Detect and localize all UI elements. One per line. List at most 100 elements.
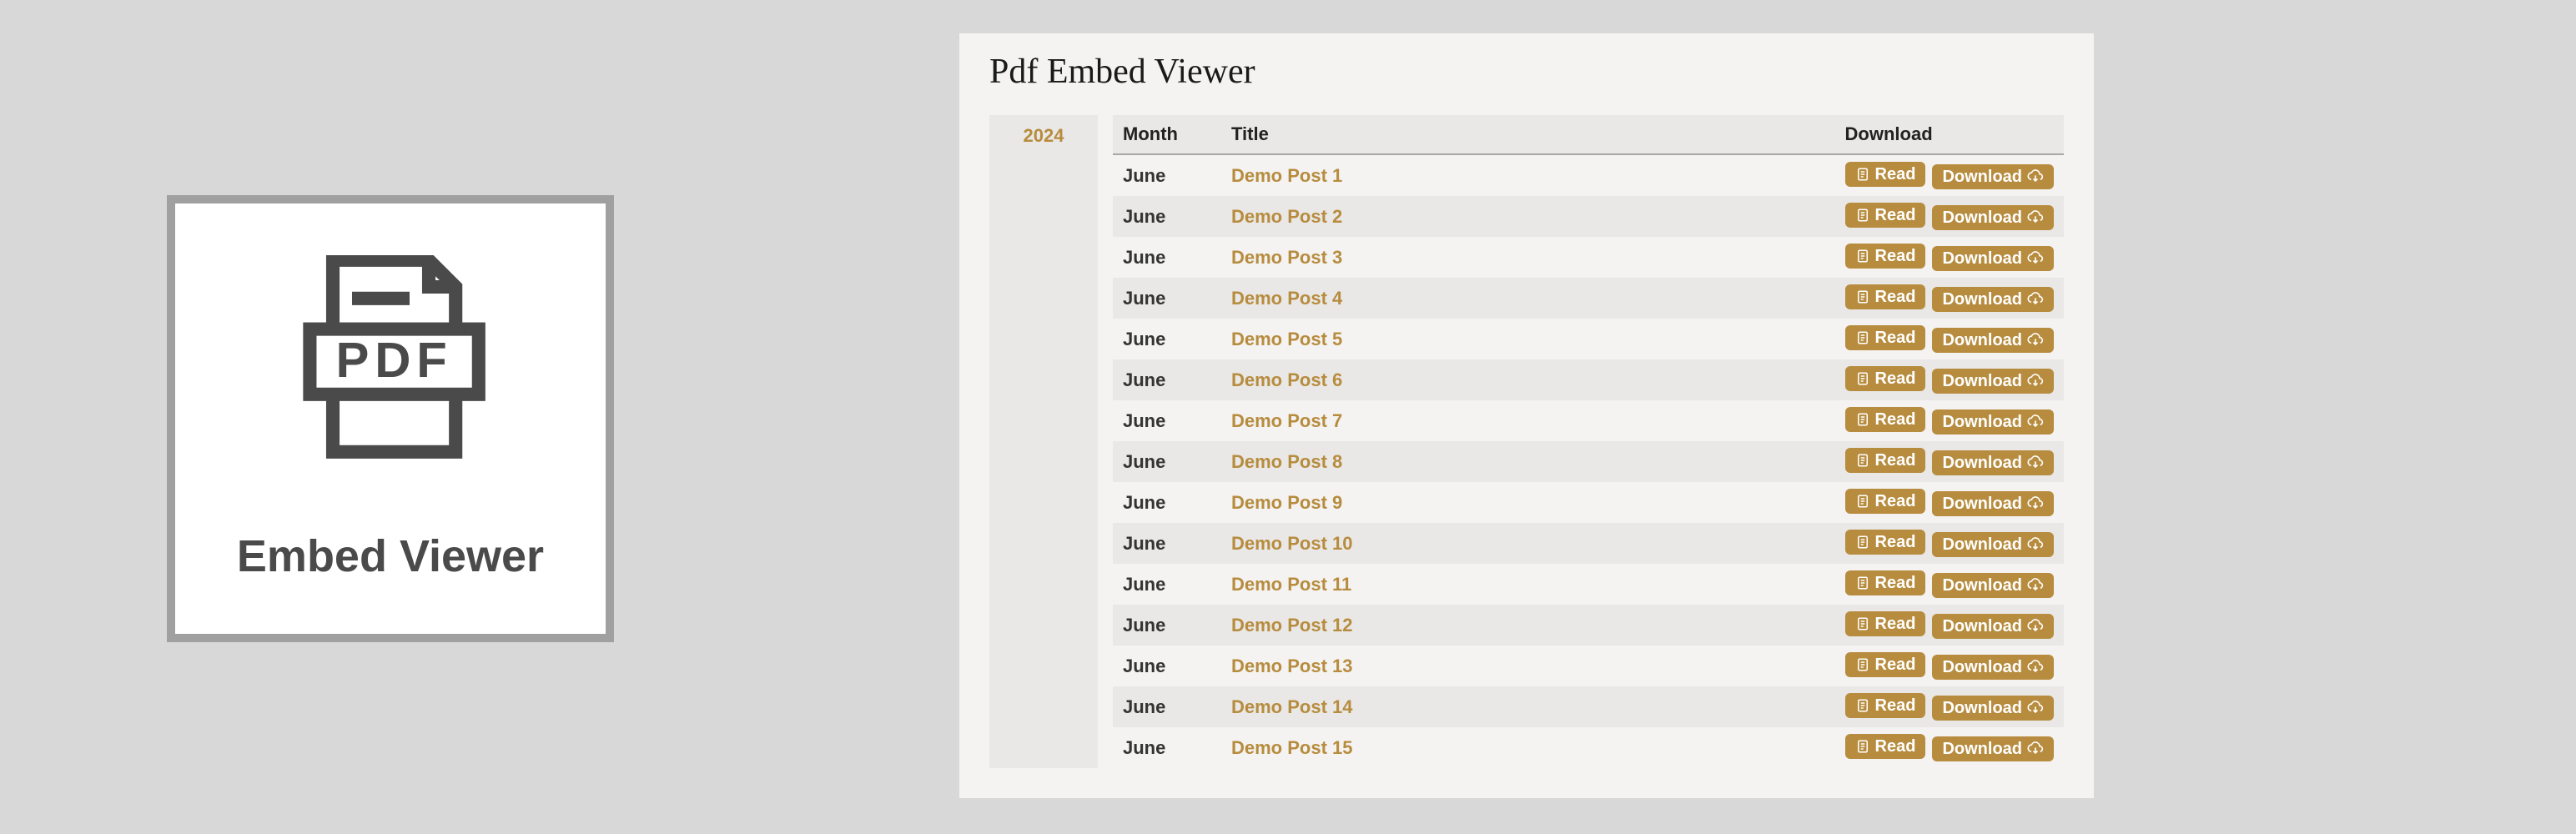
document-icon xyxy=(1855,494,1870,509)
read-button[interactable]: Read xyxy=(1845,611,1926,636)
year-tab[interactable]: 2024 xyxy=(989,125,1098,147)
action-cell: Read Download xyxy=(1835,686,2064,727)
read-button[interactable]: Read xyxy=(1845,489,1926,514)
read-button[interactable]: Read xyxy=(1845,734,1926,759)
cloud-download-icon xyxy=(2027,210,2044,225)
col-month: Month xyxy=(1113,115,1221,154)
download-label: Download xyxy=(1942,700,2022,716)
download-label: Download xyxy=(1942,495,2022,512)
table-row: JuneDemo Post 13ReadDownload xyxy=(1113,646,2064,686)
post-title-link[interactable]: Demo Post 6 xyxy=(1231,369,1342,390)
read-button[interactable]: Read xyxy=(1845,530,1926,555)
download-button[interactable]: Download xyxy=(1932,369,2054,394)
read-button[interactable]: Read xyxy=(1845,284,1926,309)
read-button[interactable]: Read xyxy=(1845,203,1926,228)
read-button[interactable]: Read xyxy=(1845,325,1926,350)
download-button[interactable]: Download xyxy=(1932,573,2054,598)
post-title-link[interactable]: Demo Post 9 xyxy=(1231,492,1342,513)
post-title-link[interactable]: Demo Post 8 xyxy=(1231,451,1342,472)
read-button[interactable]: Read xyxy=(1845,244,1926,269)
download-button[interactable]: Download xyxy=(1932,409,2054,435)
download-button[interactable]: Download xyxy=(1932,287,2054,312)
title-cell: Demo Post 4 xyxy=(1221,278,1835,319)
post-title-link[interactable]: Demo Post 3 xyxy=(1231,247,1342,268)
read-button[interactable]: Read xyxy=(1845,366,1926,391)
download-button[interactable]: Download xyxy=(1932,328,2054,353)
read-button[interactable]: Read xyxy=(1845,448,1926,473)
download-button[interactable]: Download xyxy=(1932,491,2054,516)
post-title-link[interactable]: Demo Post 12 xyxy=(1231,615,1353,636)
action-cell: Read Download xyxy=(1835,523,2064,564)
document-icon xyxy=(1855,739,1870,754)
cloud-download-icon xyxy=(2027,292,2044,307)
download-button[interactable]: Download xyxy=(1932,532,2054,557)
action-cell: Read Download xyxy=(1835,564,2064,605)
read-button[interactable]: Read xyxy=(1845,693,1926,718)
col-title: Title xyxy=(1221,115,1835,154)
post-title-link[interactable]: Demo Post 5 xyxy=(1231,329,1342,349)
month-cell: June xyxy=(1113,523,1221,564)
read-button[interactable]: Read xyxy=(1845,570,1926,595)
cloud-download-icon xyxy=(2027,741,2044,756)
document-icon xyxy=(1855,535,1870,550)
post-title-link[interactable]: Demo Post 10 xyxy=(1231,533,1353,554)
title-cell: Demo Post 11 xyxy=(1221,564,1835,605)
post-title-link[interactable]: Demo Post 2 xyxy=(1231,206,1342,227)
download-label: Download xyxy=(1942,332,2022,349)
action-cell: Read Download xyxy=(1835,154,2064,196)
table-row: JuneDemo Post 6ReadDownload xyxy=(1113,359,2064,400)
cloud-download-icon xyxy=(2027,333,2044,348)
download-button[interactable]: Download xyxy=(1932,164,2054,189)
table-row: JuneDemo Post 14ReadDownload xyxy=(1113,686,2064,727)
month-cell: June xyxy=(1113,154,1221,196)
read-button[interactable]: Read xyxy=(1845,407,1926,432)
title-cell: Demo Post 1 xyxy=(1221,154,1835,196)
read-label: Read xyxy=(1875,166,1916,183)
download-label: Download xyxy=(1942,659,2022,676)
read-button[interactable]: Read xyxy=(1845,652,1926,677)
page-title: Pdf Embed Viewer xyxy=(989,52,2064,92)
table-header-row: Month Title Download xyxy=(1113,115,2064,154)
post-title-link[interactable]: Demo Post 15 xyxy=(1231,737,1353,758)
year-sidebar: 2024 xyxy=(989,115,1098,768)
cloud-download-icon xyxy=(2027,374,2044,389)
download-button[interactable]: Download xyxy=(1932,205,2054,230)
read-button[interactable]: Read xyxy=(1845,162,1926,187)
table-row: June Demo Post 10 Read Download xyxy=(1113,523,2064,564)
month-cell: June xyxy=(1113,319,1221,359)
download-label: Download xyxy=(1942,250,2022,267)
table-row: June Demo Post 4 ReadDownload xyxy=(1113,278,2064,319)
posts-table-wrapper: Month Title Download June Demo Post 1 Read… xyxy=(1113,115,2064,768)
post-title-link[interactable]: Demo Post 1 xyxy=(1231,165,1342,186)
title-cell: Demo Post 15 xyxy=(1221,727,1835,768)
download-label: Download xyxy=(1942,618,2022,635)
post-title-link[interactable]: Demo Post 14 xyxy=(1231,696,1353,717)
download-label: Download xyxy=(1942,373,2022,389)
document-icon xyxy=(1855,575,1870,590)
download-label: Download xyxy=(1942,741,2022,757)
month-cell: June xyxy=(1113,278,1221,319)
embed-viewer-card: PDF Embed Viewer xyxy=(167,195,614,642)
download-button[interactable]: Download xyxy=(1932,696,2054,721)
action-cell: Read Download xyxy=(1835,237,2064,278)
post-title-link[interactable]: Demo Post 11 xyxy=(1231,574,1351,595)
download-button[interactable]: Download xyxy=(1932,736,2054,761)
download-button[interactable]: Download xyxy=(1932,246,2054,271)
download-button[interactable]: Download xyxy=(1932,655,2054,680)
read-label: Read xyxy=(1875,738,1916,755)
title-cell: Demo Post 5 xyxy=(1221,319,1835,359)
title-cell: Demo Post 6 xyxy=(1221,359,1835,400)
download-button[interactable]: Download xyxy=(1932,450,2054,475)
post-title-link[interactable]: Demo Post 7 xyxy=(1231,410,1342,431)
col-download: Download xyxy=(1835,115,2064,154)
post-title-link[interactable]: Demo Post 13 xyxy=(1231,656,1353,676)
title-cell: Demo Post 12 xyxy=(1221,605,1835,646)
read-label: Read xyxy=(1875,575,1916,591)
title-cell: Demo Post 7 xyxy=(1221,400,1835,441)
cloud-download-icon xyxy=(2027,455,2044,470)
action-cell: ReadDownload xyxy=(1835,441,2064,482)
download-label: Download xyxy=(1942,536,2022,553)
post-title-link[interactable]: Demo Post 4 xyxy=(1231,288,1342,309)
download-button[interactable]: Download xyxy=(1932,614,2054,639)
table-row: JuneDemo Post 7ReadDownload xyxy=(1113,400,2064,441)
